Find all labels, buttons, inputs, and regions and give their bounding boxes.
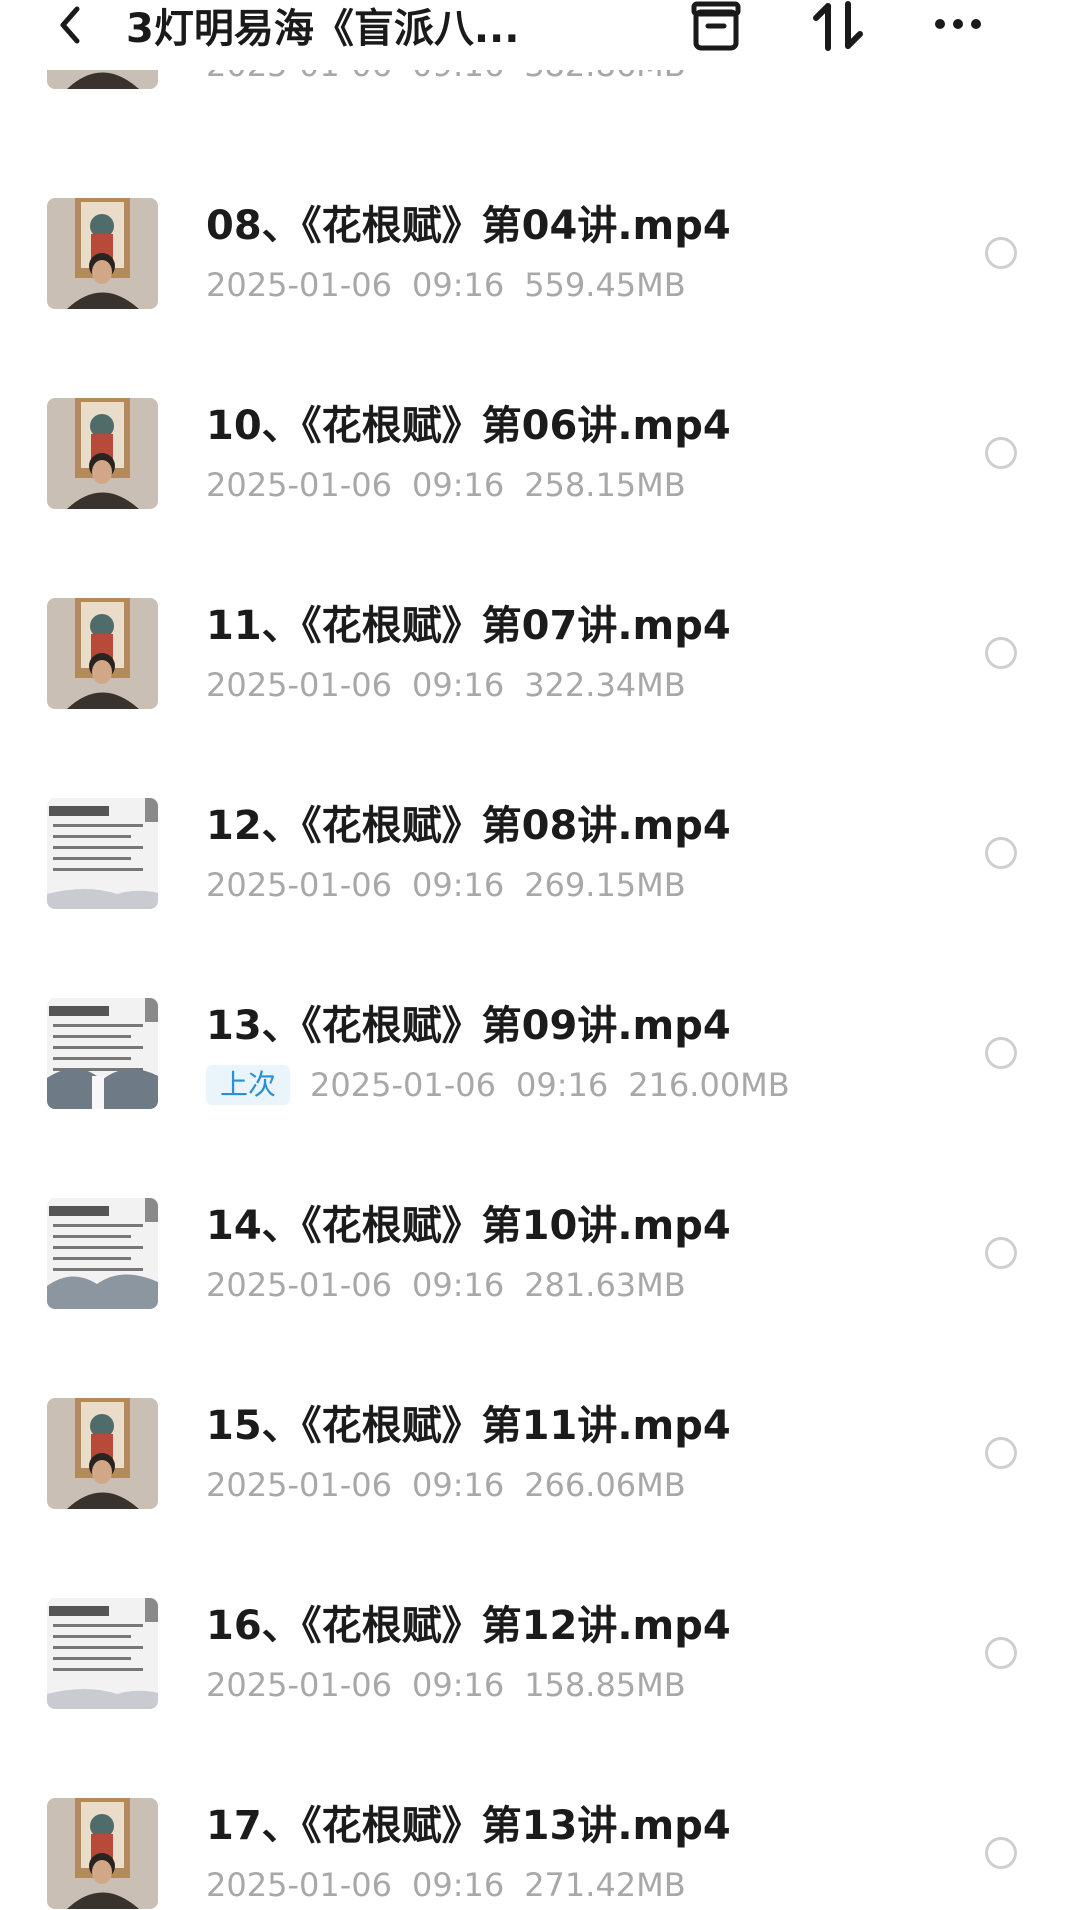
video-thumbnail: [47, 398, 158, 509]
select-radio[interactable]: [985, 437, 1017, 469]
file-time: 09:16: [411, 666, 505, 704]
file-meta: 2025-01-06 09:16 271.42MB: [206, 1865, 686, 1905]
more-dots-icon: [930, 0, 986, 58]
file-meta: 2025-01-06 09:16 269.15MB: [206, 865, 686, 905]
sort-arrows-icon: [810, 0, 866, 58]
select-radio[interactable]: [985, 237, 1017, 269]
file-size: 158.85MB: [524, 1666, 686, 1704]
file-time: 09:16: [411, 1866, 505, 1904]
file-meta: 2025-01-06 09:16 258.15MB: [206, 465, 686, 505]
file-date: 2025-01-06: [310, 1066, 496, 1104]
file-name: 10、《花根赋》第06讲.mp4: [206, 403, 731, 449]
more-button[interactable]: [928, 0, 988, 56]
select-radio[interactable]: [985, 837, 1017, 869]
last-played-badge: 上次: [206, 1065, 291, 1105]
file-date: 2025-01-06: [206, 266, 392, 304]
file-size: 271.42MB: [524, 1866, 686, 1904]
file-name: 17、《花根赋》第13讲.mp4: [206, 1803, 731, 1849]
file-size: 258.15MB: [524, 466, 686, 504]
file-name: 08、《花根赋》第04讲.mp4: [206, 203, 731, 249]
file-time: 09:16: [411, 1466, 505, 1504]
video-thumbnail: [47, 598, 158, 709]
file-date: 2025-01-06: [206, 466, 392, 504]
file-time: 09:16: [411, 466, 505, 504]
file-name: 15、《花根赋》第11讲.mp4: [206, 1403, 731, 1449]
file-date: 2025-01-06: [206, 1866, 392, 1904]
select-radio[interactable]: [985, 1437, 1017, 1469]
select-radio[interactable]: [985, 1637, 1017, 1669]
archive-box-icon: [688, 0, 744, 58]
file-time: 09:16: [411, 1666, 505, 1704]
back-button[interactable]: [50, 2, 90, 52]
file-time: 09:16: [411, 266, 505, 304]
file-row[interactable]: 16、《花根赋》第12讲.mp4 2025-01-06 09:16 158.85MB: [0, 1510, 1080, 1710]
file-size: 322.34MB: [524, 666, 686, 704]
file-name: 13、《花根赋》第09讲.mp4: [206, 1003, 731, 1049]
file-row[interactable]: 17、《花根赋》第13讲.mp4 2025-01-06 09:16 271.42MB: [0, 1710, 1080, 1910]
select-radio[interactable]: [985, 1237, 1017, 1269]
file-size: 281.63MB: [524, 1266, 686, 1304]
file-size: 216.00MB: [628, 1066, 790, 1104]
top-bar: 3灯明易海《盲派八...: [0, 0, 1080, 70]
file-date: 2025-01-06: [206, 1666, 392, 1704]
video-thumbnail: [47, 1398, 158, 1509]
page-title: 3灯明易海《盲派八...: [126, 6, 520, 52]
file-row[interactable]: 12、《花根赋》第08讲.mp4 2025-01-06 09:16 269.15MB: [0, 710, 1080, 910]
file-row[interactable]: 13、《花根赋》第09讲.mp4 上次 2025-01-06 09:16 216.00M…: [0, 910, 1080, 1110]
file-date: 2025-01-06: [206, 866, 392, 904]
file-size: 559.45MB: [524, 266, 686, 304]
video-thumbnail: [47, 998, 158, 1109]
archive-button[interactable]: [686, 0, 746, 56]
video-thumbnail: [47, 1798, 158, 1909]
file-size: 266.06MB: [524, 1466, 686, 1504]
file-meta: 2025-01-06 09:16 266.06MB: [206, 1465, 686, 1505]
file-date: 2025-01-06: [206, 666, 392, 704]
file-meta: 2025-01-06 09:16 281.63MB: [206, 1265, 686, 1305]
file-meta: 2025-01-06 09:16 322.34MB: [206, 665, 686, 705]
select-radio[interactable]: [985, 637, 1017, 669]
file-name: 11、《花根赋》第07讲.mp4: [206, 603, 731, 649]
file-name: 14、《花根赋》第10讲.mp4: [206, 1203, 731, 1249]
select-radio[interactable]: [985, 1837, 1017, 1869]
video-thumbnail: [47, 1598, 158, 1709]
file-row[interactable]: 10、《花根赋》第06讲.mp4 2025-01-06 09:16 258.15MB: [0, 310, 1080, 510]
file-row[interactable]: 14、《花根赋》第10讲.mp4 2025-01-06 09:16 281.63MB: [0, 1110, 1080, 1310]
video-thumbnail: [47, 1198, 158, 1309]
file-time: 09:16: [411, 866, 505, 904]
file-time: 09:16: [515, 1066, 609, 1104]
file-meta: 上次 2025-01-06 09:16 216.00MB: [206, 1065, 790, 1105]
file-name: 12、《花根赋》第08讲.mp4: [206, 803, 731, 849]
file-date: 2025-01-06: [206, 1466, 392, 1504]
sort-button[interactable]: [808, 0, 868, 56]
select-radio[interactable]: [985, 1037, 1017, 1069]
file-meta: 2025-01-06 09:16 559.45MB: [206, 265, 686, 305]
chevron-left-icon: [55, 3, 85, 51]
file-time: 09:16: [411, 1266, 505, 1304]
video-thumbnail: [47, 798, 158, 909]
file-row[interactable]: 11、《花根赋》第07讲.mp4 2025-01-06 09:16 322.34MB: [0, 510, 1080, 710]
video-thumbnail: [47, 198, 158, 309]
file-meta: 2025-01-06 09:16 158.85MB: [206, 1665, 686, 1705]
file-name: 16、《花根赋》第12讲.mp4: [206, 1603, 731, 1649]
file-row[interactable]: 08、《花根赋》第04讲.mp4 2025-01-06 09:16 559.45MB: [0, 110, 1080, 310]
file-date: 2025-01-06: [206, 1266, 392, 1304]
file-row[interactable]: 15、《花根赋》第11讲.mp4 2025-01-06 09:16 266.06MB: [0, 1310, 1080, 1510]
file-size: 269.15MB: [524, 866, 686, 904]
